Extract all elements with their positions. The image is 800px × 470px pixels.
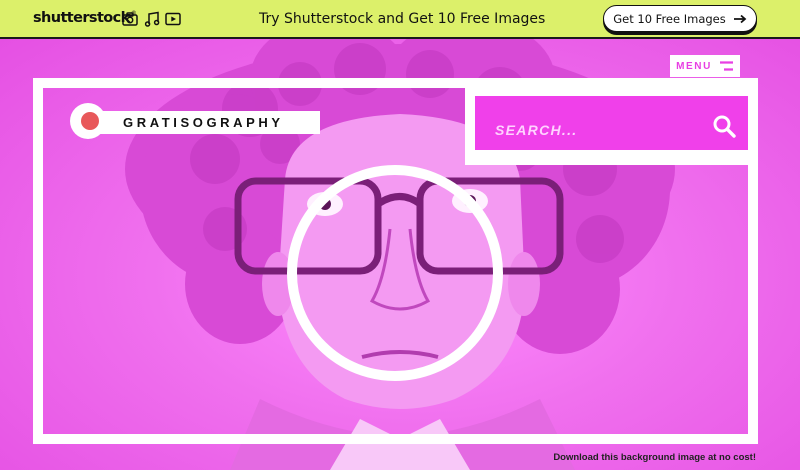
- search-icon[interactable]: [712, 114, 736, 138]
- arrow-right-icon: [733, 14, 747, 23]
- hamburger-icon: [719, 61, 733, 71]
- camera-icon[interactable]: [122, 11, 138, 27]
- search-placeholder: SEARCH...: [495, 122, 578, 138]
- logo-circle: [70, 103, 106, 139]
- promo-banner: shutterstock® Try Shutterstock and Get 1…: [0, 0, 800, 39]
- search-input[interactable]: SEARCH...: [475, 96, 748, 150]
- video-icon[interactable]: [165, 11, 181, 27]
- logo-dot: [81, 112, 99, 130]
- hero-section: MENU SEARCH... GRATISOGRAPHY Download th…: [0, 39, 800, 470]
- promo-headline[interactable]: Try Shutterstock and Get 10 Free Images: [259, 11, 545, 27]
- get-free-images-label: Get 10 Free Images: [613, 11, 726, 26]
- download-credit-link[interactable]: Download this background image at no cos…: [553, 452, 756, 463]
- music-icon[interactable]: [144, 11, 160, 27]
- menu-button[interactable]: MENU: [670, 55, 740, 77]
- get-free-images-button[interactable]: Get 10 Free Images: [603, 5, 757, 32]
- hero-ring: [287, 165, 503, 381]
- gratisography-logo[interactable]: GRATISOGRAPHY: [70, 103, 320, 139]
- shutterstock-logo[interactable]: shutterstock®: [33, 10, 137, 26]
- menu-label: MENU: [676, 60, 712, 72]
- search-box: SEARCH...: [465, 86, 758, 165]
- logo-text: GRATISOGRAPHY: [123, 115, 284, 130]
